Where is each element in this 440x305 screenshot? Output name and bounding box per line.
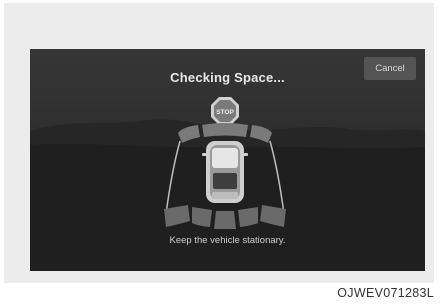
vehicle-icon [202, 141, 248, 203]
left-guide-line [165, 140, 181, 215]
instruction-text: Keep the vehicle stationary. [169, 235, 286, 246]
figure-frame: Checking Space... Cancel STOP Keep the v… [4, 3, 434, 283]
front-sensor-zones [178, 123, 272, 143]
right-guide-line [269, 140, 285, 215]
rear-sensor-zones [164, 205, 286, 229]
stop-sign-icon: STOP [211, 97, 239, 125]
stop-sign-label: STOP [216, 109, 234, 116]
figure-code: OJWEV071283L [337, 286, 434, 300]
parking-assist-screen: Checking Space... Cancel STOP Keep the v… [30, 49, 425, 271]
